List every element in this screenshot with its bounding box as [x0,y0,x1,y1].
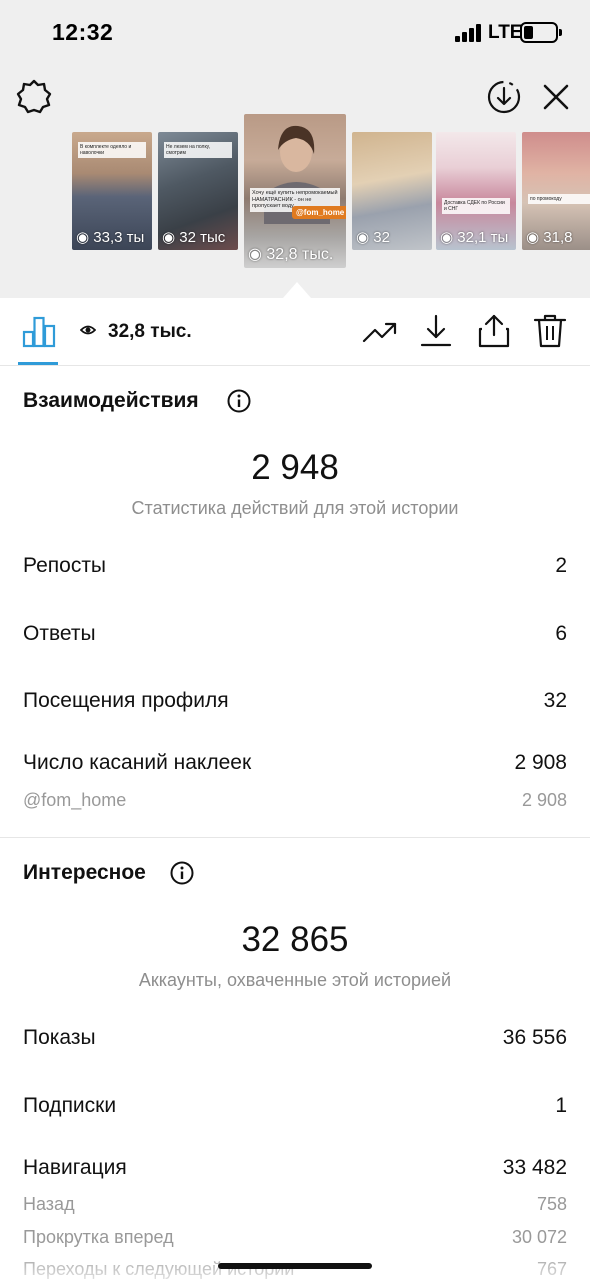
story-thumbnails-strip: В комплекте одеяло и наволочки ◉ 33,3 ты… [0,112,590,272]
mention-sticker: @fom_home [292,206,346,219]
metric-value: 33 482 [502,1156,567,1179]
story-views: ◉ 31,8 [526,229,573,246]
metric-value: 36 556 [502,1026,567,1049]
navigation-sub-label: Прокрутка вперед [23,1227,174,1247]
metric-label: Подписки [23,1094,117,1117]
sticker-mention-label: @fom_home [23,790,127,810]
discovery-subtitle: Аккаунты, охваченные этой историей [138,970,452,990]
metric-value: 2 908 [514,751,567,774]
navigation-sub-value: 758 [536,1194,567,1214]
save-story-icon[interactable] [486,79,522,115]
section-title: Взаимодействия [23,389,199,412]
status-time: 12:32 [52,19,114,45]
signal-icon [455,24,483,42]
close-icon[interactable] [540,81,572,113]
section-divider [0,837,590,838]
interactions-total: 2 948 [251,448,339,487]
settings-gear-icon[interactable] [16,79,52,115]
insights-toolbar: 32,8 тыс. [0,298,590,366]
trending-icon[interactable] [362,313,398,349]
navigation-sub-label: Назад [23,1194,75,1214]
info-icon[interactable] [227,389,251,413]
trash-icon[interactable] [532,313,568,349]
story-caption: по промокоду [528,194,590,204]
metric-label: Ответы [23,622,96,645]
story-caption: В комплекте одеяло и наволочки [78,142,146,158]
share-icon[interactable] [476,313,512,349]
metric-label: Показы [23,1026,96,1049]
story-thumbnail[interactable]: Доставка СДЕК по России и СНГ ◉ 32,1 ты [436,132,516,250]
story-thumbnail[interactable]: ◉ 32 [352,132,432,250]
story-thumbnail[interactable]: Не лезем на полку, смотрим ◉ 32 тыс [158,132,238,250]
story-caption: Доставка СДЕК по России и СНГ [442,198,510,214]
discovery-total: 32 865 [241,920,349,959]
sticker-mention-value: 2 908 [521,790,567,810]
metric-label: Репосты [23,554,107,577]
battery-icon [520,22,562,43]
story-caption: Не лезем на полку, смотрим [164,142,232,158]
views-count: 32,8 тыс. [108,321,192,342]
home-indicator[interactable] [218,1263,372,1269]
story-thumbnail-selected[interactable]: Хочу ещё купить непромокаемый НАМАТРАСНИ… [244,114,346,268]
story-views: ◉ 32 [356,229,390,246]
metric-value: 1 [555,1094,567,1117]
story-views: ◉ 33,3 ты [76,229,145,246]
story-thumbnail[interactable]: по промокоду ◉ 31,8 [522,132,590,250]
navigation-sub-value: 30 072 [511,1227,567,1247]
status-bar: 12:32 LTE [0,0,590,64]
info-icon[interactable] [170,861,194,885]
story-preview-header: 12:32 LTE В комплекте одеяло и наволочки… [0,0,590,298]
metric-value: 6 [555,622,567,645]
navigation-sub-value: 767 [536,1259,567,1279]
active-tab-indicator [18,362,58,365]
metric-label: Навигация [23,1156,127,1179]
interactions-subtitle: Статистика действий для этой истории [131,498,459,518]
story-views: ◉ 32,1 ты [440,229,509,246]
story-thumbnail[interactable]: В комплекте одеяло и наволочки ◉ 33,3 ты [72,132,152,250]
metric-value: 2 [555,554,567,577]
section-title: Интересное [23,861,146,884]
selected-story-pointer [283,282,311,298]
download-icon[interactable] [418,313,454,349]
bar-chart-icon[interactable] [22,314,56,348]
metric-value: 32 [543,689,567,712]
story-views: ◉ 32,8 тыс. [248,246,334,263]
metric-label: Число касаний наклеек [23,751,252,774]
network-type: LTE [488,22,523,43]
metric-label: Посещения профиля [23,689,229,712]
story-views: ◉ 32 тыс [162,229,226,246]
eye-icon [80,325,96,335]
